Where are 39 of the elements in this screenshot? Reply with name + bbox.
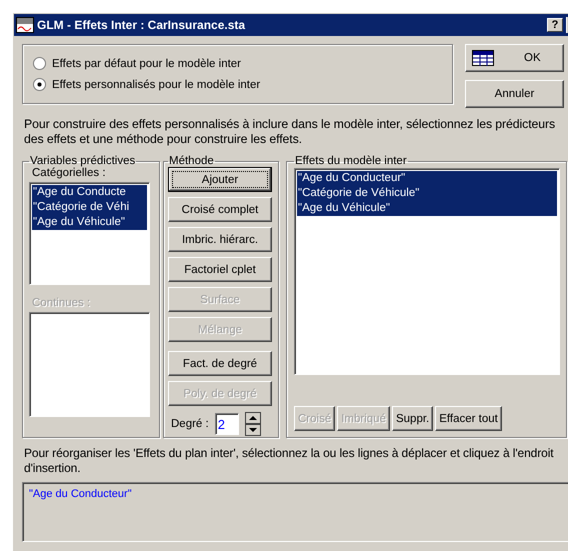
effect-button[interactable]: Suppr. xyxy=(392,406,434,431)
group-label: Effets du modèle inter xyxy=(294,155,408,167)
list-item[interactable]: "Age du Conducteur" xyxy=(29,488,568,500)
group-label: Variables prédictives xyxy=(29,155,136,167)
method-button[interactable]: Factoriel cplet xyxy=(168,257,272,282)
chart-icon xyxy=(16,17,34,33)
effect-button[interactable]: Effacer tout xyxy=(435,406,502,431)
list-item[interactable]: "Age du Véhicule" xyxy=(297,201,557,216)
list-item[interactable]: "Age du Conducteur" xyxy=(297,171,557,186)
list-item[interactable]: "Catégorie de Véhi xyxy=(32,200,147,215)
cancel-button[interactable]: Annuler xyxy=(465,80,564,108)
hint-text: d'insertion. xyxy=(24,461,80,476)
instructions-text: des effets et une méthode pour construire les effets. xyxy=(24,132,302,147)
method-button[interactable]: Fact. de degré xyxy=(168,351,272,376)
ok-button[interactable]: OK xyxy=(465,44,564,72)
table-icon xyxy=(472,50,494,66)
method-button[interactable]: Imbric. hiérarc. xyxy=(168,227,272,252)
group-label: Méthode xyxy=(168,155,215,167)
help-button[interactable]: ? xyxy=(547,18,563,32)
order-list[interactable]: "Age du Conducteur" xyxy=(22,482,568,542)
method-button[interactable]: Croisé complet xyxy=(168,197,272,222)
method-button[interactable]: Ajouter xyxy=(168,167,272,192)
spinner-icon[interactable] xyxy=(244,412,261,436)
list-item[interactable]: "Age du Véhicule" xyxy=(32,215,147,230)
degree-label: Degré : xyxy=(171,418,209,430)
window-title: GLM - Effets Inter : CarInsurance.sta xyxy=(37,18,246,32)
effects-list[interactable]: "Age du Conducteur" "Catégorie de Véhicule" "Age du Véhicule" xyxy=(294,168,560,375)
list-label: Catégorielles : xyxy=(32,167,107,179)
radio-button[interactable]: Effets personnalisés pour le modèle inter xyxy=(33,78,452,91)
instructions-text: Pour construire des effets personnalisés à inclure dans le modèle inter, sélectionnez les prédicteurs xyxy=(24,117,556,132)
continuous-list[interactable] xyxy=(29,312,150,417)
radio-button[interactable]: Effets par défaut pour le modèle inter xyxy=(33,57,452,70)
list-item[interactable]: "Age du Conducte xyxy=(32,185,147,200)
radio-indicator[interactable] xyxy=(33,78,46,91)
list-item[interactable]: "Catégorie de Véhicule" xyxy=(297,186,557,201)
radio-indicator[interactable] xyxy=(33,57,46,70)
degree-field[interactable]: 2 xyxy=(214,413,239,435)
categorical-list[interactable]: "Age du Conducte "Catégorie de Véhi "Age du Véhicule" xyxy=(29,182,150,285)
hint-text: Pour réorganiser les 'Effets du plan inter', sélectionnez la ou les lignes à déplacer et cliquez à l'endroit xyxy=(24,446,554,461)
